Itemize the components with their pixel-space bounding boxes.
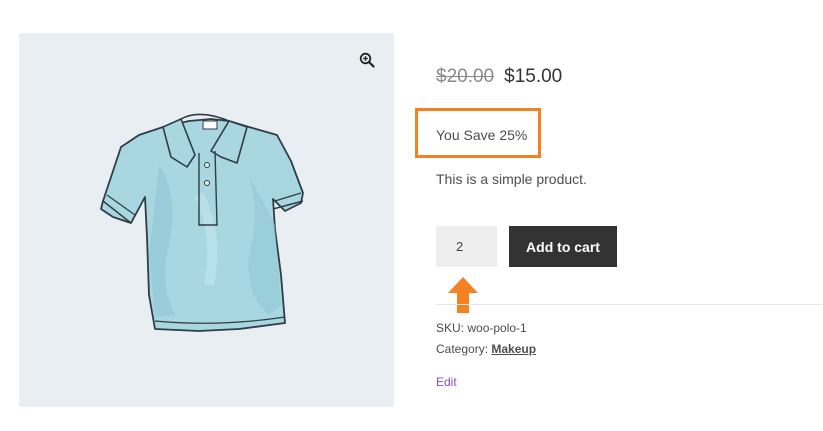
edit-link[interactable]: Edit: [436, 375, 457, 389]
sku-value: woo-polo-1: [467, 321, 527, 335]
add-to-cart-button[interactable]: Add to cart: [509, 226, 617, 267]
category-label: Category:: [436, 342, 489, 356]
quantity-input[interactable]: [436, 226, 497, 267]
product-page: $20.00 $15.00 You Save 25% This is a sim…: [0, 0, 823, 431]
zoom-in-icon: [359, 52, 375, 68]
savings-text: You Save 25%: [436, 127, 528, 143]
sku-line: SKU: woo-polo-1: [436, 321, 527, 335]
polo-shirt-image[interactable]: [99, 105, 305, 335]
regular-price: $20.00: [436, 66, 495, 87]
sku-label: SKU:: [436, 321, 465, 335]
category-line: Category: Makeup: [436, 342, 536, 356]
category-link[interactable]: Makeup: [491, 342, 536, 356]
sale-price: $15.00: [504, 66, 563, 87]
short-description: This is a simple product.: [436, 171, 587, 187]
divider: [436, 304, 823, 305]
zoom-trigger[interactable]: [356, 49, 378, 71]
price: $20.00 $15.00: [436, 66, 562, 88]
product-gallery: [19, 33, 394, 407]
arrow-up-icon: [448, 277, 478, 313]
